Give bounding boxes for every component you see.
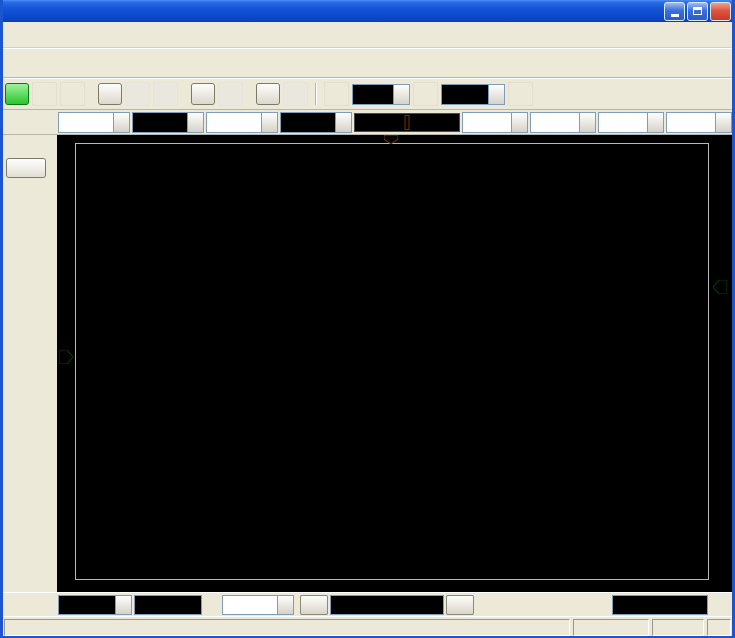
trigger-source-select[interactable]	[352, 84, 410, 105]
ch1-scale-select[interactable]	[132, 112, 204, 133]
left-sidebar	[0, 135, 57, 592]
acquisition-mode-select[interactable]	[222, 595, 294, 615]
main-area	[0, 135, 735, 592]
chevron-down-icon[interactable]	[261, 113, 277, 132]
language-globe-button[interactable]	[711, 595, 733, 616]
ch3-scale-select[interactable]	[530, 112, 596, 133]
ch4-scale-value	[667, 113, 715, 132]
separator	[315, 83, 317, 105]
sample-rate-display	[134, 595, 202, 615]
title-bar	[0, 0, 735, 22]
ch2-zoom-button[interactable]	[153, 82, 178, 106]
ch2-trace-button[interactable]	[125, 82, 150, 106]
scope-area	[57, 135, 735, 592]
math-toggle-button[interactable]	[191, 83, 215, 105]
channel2-toggle-button[interactable]	[98, 83, 122, 105]
ch3-probe-select[interactable]	[462, 112, 528, 133]
timebase-select[interactable]	[58, 595, 132, 615]
application-window	[0, 0, 735, 638]
minimize-icon	[671, 14, 679, 17]
scope-canvas	[76, 144, 708, 579]
trigger-mode-select[interactable]	[441, 84, 505, 105]
chevron-down-icon[interactable]	[187, 113, 203, 132]
channel1-toggle-button[interactable]	[5, 83, 29, 105]
resize-grip	[707, 619, 731, 636]
spacer	[246, 94, 253, 95]
ch1-level-marker[interactable]	[59, 350, 73, 364]
close-button[interactable]	[710, 2, 731, 21]
chevron-down-icon[interactable]	[393, 85, 409, 104]
trigger-position-handle[interactable]	[405, 115, 410, 130]
window-controls	[664, 2, 731, 21]
trigger-mode-value	[442, 85, 488, 104]
app-icon	[4, 3, 20, 19]
ch4-probe-value	[599, 113, 647, 132]
ch4-scale-select[interactable]	[666, 112, 732, 133]
status-message-panel	[4, 619, 570, 636]
ch2-scale-value	[281, 113, 335, 132]
bottom-bar	[0, 592, 735, 616]
chevron-down-icon[interactable]	[579, 113, 595, 132]
maximize-button[interactable]	[687, 2, 708, 21]
trigger-slope-button[interactable]	[413, 82, 438, 106]
pause-button[interactable]	[508, 82, 533, 106]
horizontal-position-slider[interactable]	[354, 113, 460, 132]
scroll-right-button[interactable]	[446, 595, 474, 615]
chevron-down-icon[interactable]	[335, 113, 351, 132]
chevron-down-icon[interactable]	[715, 113, 731, 132]
minimize-button[interactable]	[664, 2, 685, 21]
trigger-position-display	[330, 595, 444, 615]
chevron-down-icon[interactable]	[277, 596, 293, 614]
spacer	[88, 94, 95, 95]
main-toolbar	[0, 48, 735, 78]
ch4-probe-select[interactable]	[598, 112, 664, 133]
chevron-down-icon[interactable]	[488, 85, 504, 104]
menu-bar	[0, 22, 735, 48]
ch2-probe-select[interactable]	[206, 112, 278, 133]
ch1-zoom-button[interactable]	[60, 82, 85, 106]
channel-settings-row	[0, 110, 735, 135]
ch1-probe-value	[59, 113, 113, 132]
ch1-probe-select[interactable]	[58, 112, 130, 133]
spacer	[181, 94, 188, 95]
trigger-position-marker[interactable]	[384, 135, 398, 144]
slider-track[interactable]	[357, 114, 457, 131]
chevron-down-icon[interactable]	[113, 113, 129, 132]
chevron-down-icon[interactable]	[647, 113, 663, 132]
ch3-scale-value	[531, 113, 579, 132]
scroll-left-button[interactable]	[300, 595, 328, 615]
acquire-toolbar	[0, 78, 735, 110]
auto-scroll-button[interactable]	[324, 82, 349, 106]
status-bar	[0, 616, 735, 638]
trigger-source-value	[353, 85, 393, 104]
ch1-trace-button[interactable]	[32, 82, 57, 106]
chevron-down-icon[interactable]	[115, 596, 131, 614]
timebase-value	[59, 596, 115, 614]
scope-display[interactable]	[75, 143, 709, 580]
trigger-level-marker[interactable]	[713, 280, 727, 294]
chevron-down-icon[interactable]	[511, 113, 527, 132]
status-time	[652, 619, 704, 636]
ch1-scale-value	[133, 113, 187, 132]
ch2-scale-select[interactable]	[280, 112, 352, 133]
hold-status-display	[612, 595, 708, 615]
next-page-button[interactable]	[6, 158, 46, 178]
math-zoom-button[interactable]	[218, 82, 243, 106]
acquisition-mode-value	[223, 596, 277, 614]
ref-zoom-button[interactable]	[283, 82, 308, 106]
maximize-icon	[693, 7, 702, 15]
ref-toggle-button[interactable]	[256, 83, 280, 105]
ch3-probe-value	[463, 113, 511, 132]
ch2-probe-value	[207, 113, 261, 132]
status-date	[573, 619, 649, 636]
